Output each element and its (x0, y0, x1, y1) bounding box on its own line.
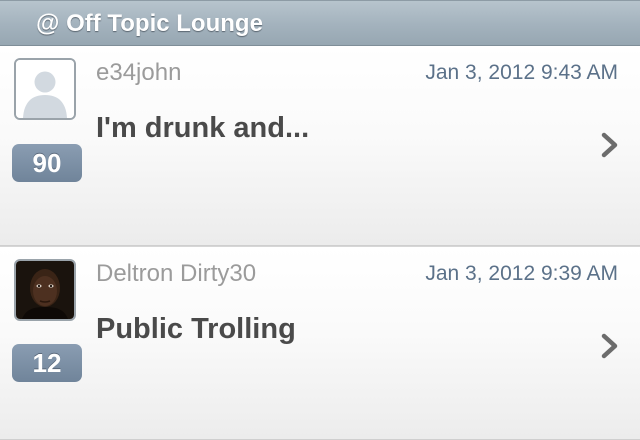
section-header: @ Off Topic Lounge (0, 0, 640, 46)
avatar (14, 259, 76, 321)
thread-timestamp: Jan 3, 2012 9:43 AM (425, 61, 618, 84)
chevron-right-icon (600, 132, 620, 158)
thread-author: e34john (96, 59, 182, 86)
thread-title: I'm drunk and... (96, 112, 310, 144)
thread-title: Public Trolling (96, 313, 296, 345)
avatar (14, 58, 76, 120)
default-avatar-icon (16, 60, 74, 118)
thread-timestamp: Jan 3, 2012 9:39 AM (425, 262, 618, 285)
thread-row[interactable]: 12 Deltron Dirty30 Jan 3, 2012 9:39 AM P… (0, 246, 640, 440)
chevron-right-icon (600, 333, 620, 359)
reply-count-badge: 12 (12, 344, 82, 382)
forum-thread-list: @ Off Topic Lounge 90 e34john Jan 3, 201… (0, 0, 640, 440)
thread-row[interactable]: 90 e34john Jan 3, 2012 9:43 AM I'm drunk… (0, 46, 640, 246)
user-photo-icon (16, 261, 74, 319)
thread-author: Deltron Dirty30 (96, 260, 257, 287)
section-header-title: @ Off Topic Lounge (36, 10, 263, 37)
reply-count-badge: 90 (12, 144, 82, 182)
